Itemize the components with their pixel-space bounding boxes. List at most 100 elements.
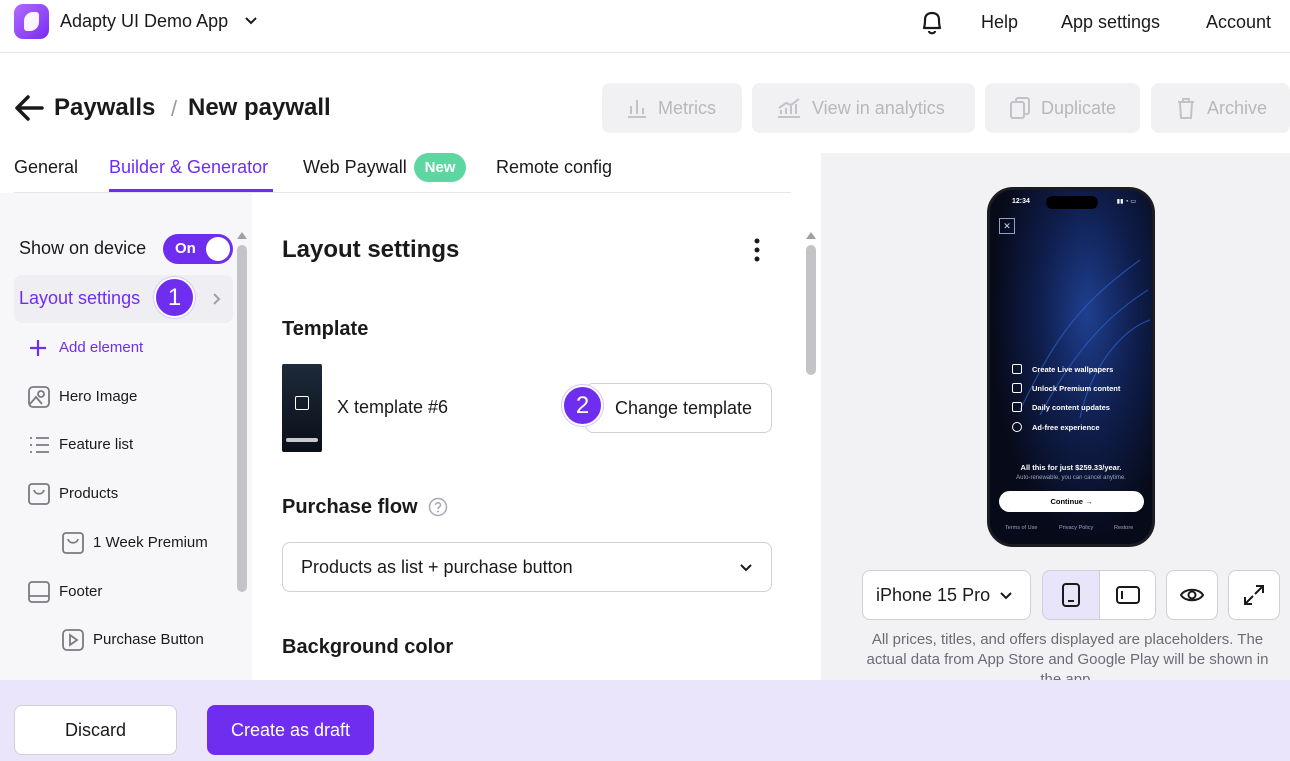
trash-icon — [1178, 98, 1194, 119]
background-color-heading: Background color — [282, 636, 454, 658]
tablet-landscape-icon — [1115, 586, 1140, 604]
step-2-marker: 2 — [562, 385, 603, 426]
phone-portrait-icon — [1062, 583, 1080, 607]
paywall-continue-button: Continue → — [999, 491, 1144, 512]
eye-icon — [1179, 588, 1205, 602]
button-icon — [62, 629, 84, 651]
app-name[interactable]: Adapty UI Demo App — [60, 11, 228, 32]
page-title: New paywall — [188, 94, 331, 121]
bell-icon[interactable] — [919, 9, 945, 37]
tree-item-1-week-premium[interactable]: 1 Week Premium — [93, 534, 208, 551]
template-heading: Template — [282, 318, 369, 340]
show-on-device-label: Show on device — [19, 238, 147, 258]
paywall-feature: Create Live wallpapers — [1032, 364, 1114, 374]
paywall-price: All this for just $259.33/year. — [1020, 463, 1122, 472]
new-badge: New — [414, 153, 466, 182]
feature-icon — [1012, 422, 1022, 432]
duplicate-icon — [1010, 97, 1030, 119]
tree-item-purchase-button[interactable]: Purchase Button — [93, 631, 204, 648]
portrait-view-button[interactable] — [1042, 570, 1100, 620]
tree-item-feature-list[interactable]: Feature list — [59, 436, 133, 453]
chevron-down-icon — [1000, 592, 1012, 600]
tab-builder-generator[interactable]: Builder & Generator — [109, 157, 268, 178]
settings-title: Layout settings — [282, 236, 460, 263]
feature-icon — [1012, 402, 1022, 412]
duplicate-label: Duplicate — [1041, 97, 1117, 118]
preview-button[interactable] — [1166, 570, 1218, 620]
view-in-analytics-button[interactable]: View in analytics — [752, 83, 975, 133]
paywall-terms: Terms of Use — [1005, 525, 1038, 531]
account-link[interactable]: Account — [1206, 12, 1271, 33]
show-on-device-toggle[interactable]: On — [163, 234, 233, 264]
metrics-label: Metrics — [658, 97, 716, 118]
active-tab-indicator — [109, 189, 273, 192]
create-as-draft-button[interactable]: Create as draft — [207, 705, 374, 755]
list-icon — [30, 437, 49, 453]
discard-button[interactable]: Discard — [14, 705, 177, 755]
tab-remote-config[interactable]: Remote config — [496, 157, 612, 178]
step-1-marker: 1 — [154, 277, 195, 318]
duplicate-button[interactable]: Duplicate — [985, 83, 1140, 133]
app-logo[interactable] — [14, 4, 49, 39]
plus-icon[interactable] — [28, 338, 48, 358]
paywall-feature: Unlock Premium content — [1032, 383, 1121, 393]
template-thumbnail — [282, 364, 322, 452]
layout-settings-label[interactable]: Layout settings — [19, 288, 140, 309]
scroll-up-icon[interactable] — [805, 230, 817, 240]
products-icon — [28, 483, 50, 505]
purchase-flow-select[interactable]: Products as list + purchase button — [282, 542, 772, 592]
paywall-restore: Restore — [1114, 525, 1134, 531]
help-link[interactable]: Help — [981, 12, 1018, 33]
tab-web-paywall[interactable]: Web Paywall — [303, 157, 407, 178]
purchase-flow-value: Products as list + purchase button — [301, 556, 573, 577]
tree-item-hero-image[interactable]: Hero Image — [59, 388, 137, 405]
settings-scrollbar[interactable] — [806, 245, 816, 375]
scroll-up-icon[interactable] — [236, 230, 248, 240]
phone-preview: 12:34 ▮▮ ◔ ▭ ✕ Create Live wallpapers Un… — [987, 187, 1155, 547]
sidebar-scrollbar[interactable] — [237, 245, 247, 592]
paywall-feature: Daily content updates — [1032, 402, 1110, 412]
tree-item-products[interactable]: Products — [59, 485, 118, 502]
archive-button[interactable]: Archive — [1151, 83, 1290, 133]
breadcrumb-paywalls[interactable]: Paywalls — [54, 94, 155, 122]
expand-icon — [1244, 585, 1264, 605]
purchase-flow-heading: Purchase flow — [282, 496, 418, 518]
breadcrumb-separator: / — [171, 96, 178, 121]
paywall-privacy: Privacy Policy — [1059, 525, 1094, 531]
paywall-subtext: Auto-renewable, you can cancel anytime. — [1016, 475, 1126, 481]
phone-status-icons: ▮▮ ◔ ▭ — [1116, 199, 1136, 205]
chevron-down-icon[interactable] — [244, 14, 258, 28]
add-element-button[interactable]: Add element — [59, 339, 143, 356]
toggle-state: On — [175, 240, 196, 257]
landscape-view-button[interactable] — [1099, 570, 1156, 620]
tree-item-footer[interactable]: Footer — [59, 583, 102, 600]
feature-icon — [1012, 364, 1022, 374]
paywall-close-icon: ✕ — [999, 218, 1015, 234]
app-settings-link[interactable]: App settings — [1061, 12, 1160, 33]
more-options-icon[interactable] — [747, 236, 767, 264]
fullscreen-button[interactable] — [1228, 570, 1280, 620]
tab-general[interactable]: General — [14, 157, 78, 178]
metrics-button[interactable]: Metrics — [602, 83, 742, 133]
chevron-right-icon[interactable] — [212, 292, 222, 306]
device-select[interactable]: iPhone 15 Pro — [862, 570, 1031, 620]
footer-icon — [28, 581, 50, 603]
feature-icon — [1012, 383, 1022, 393]
device-value: iPhone 15 Pro — [876, 584, 991, 605]
bar-chart-icon — [628, 100, 646, 118]
toggle-knob — [206, 237, 230, 261]
chevron-down-icon — [740, 564, 752, 572]
analytics-icon — [778, 98, 800, 118]
top-bar: Adapty UI Demo App Help App settings Acc… — [0, 0, 1290, 53]
change-template-button[interactable]: Change template — [585, 383, 772, 433]
phone-time: 12:34 — [1012, 198, 1030, 205]
product-icon — [62, 532, 84, 554]
help-circle-icon[interactable] — [428, 497, 448, 517]
image-icon — [28, 386, 50, 408]
back-arrow-icon[interactable] — [14, 94, 44, 122]
archive-label: Archive — [1207, 97, 1268, 118]
bottom-action-bar — [0, 680, 1290, 761]
analytics-label: View in analytics — [812, 97, 945, 118]
template-name: X template #6 — [337, 397, 449, 417]
paywall-feature: Ad-free experience — [1032, 422, 1100, 432]
